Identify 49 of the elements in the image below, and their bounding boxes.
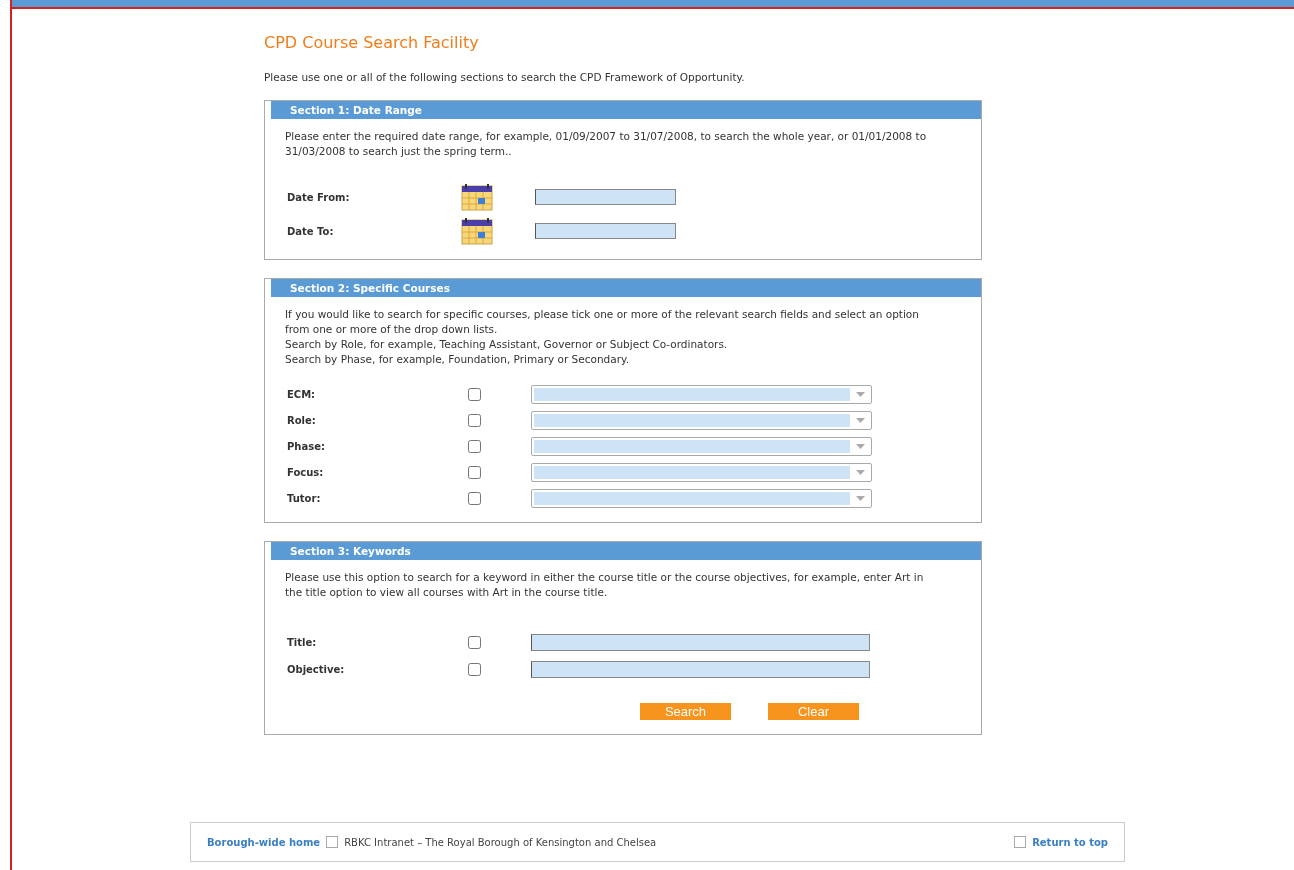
- checkbox[interactable]: [468, 663, 481, 676]
- caret-icon: [856, 470, 865, 475]
- checkbox[interactable]: [468, 388, 481, 401]
- action-button[interactable]: Clear: [768, 703, 859, 720]
- section-title: Section 1: Date Range: [290, 104, 422, 116]
- dropdown-field[interactable]: [531, 385, 872, 404]
- dropdown-field[interactable]: [531, 437, 872, 456]
- dropdown-field[interactable]: [531, 463, 872, 482]
- checkbox[interactable]: [468, 440, 481, 453]
- caret-icon: [856, 418, 865, 423]
- return-to-top-link[interactable]: Return to top: [1032, 836, 1108, 848]
- calendar-icon[interactable]: [461, 183, 493, 211]
- checkbox[interactable]: [468, 414, 481, 427]
- description-text: If you would like to search for specific courses, please tick one or more of the relevant search fields and select an option from one or more of the drop down lists.: [285, 307, 920, 337]
- caret-icon: [856, 496, 865, 501]
- field-label: ECM:: [286, 389, 317, 400]
- field-label: Date To:: [286, 225, 335, 237]
- field-label: Focus:: [286, 467, 325, 478]
- description-text: Please enter the required date range, for example, 01/09/2007 to 31/07/2008, to search the whole year, or 01/01/2008 to 31/03/2008 to search just the spring term..: [285, 129, 928, 159]
- text-field[interactable]: [531, 634, 870, 651]
- description-text: Please use this option to search for a keyword in either the course title or the course objectives, for example, enter Art in the title option to view all courses with Art in the course title.: [285, 570, 925, 600]
- description-text: Search by Role, for example, Teaching Assistant, Governor or Subject Co-ordinators.: [285, 337, 729, 352]
- date-field[interactable]: [535, 189, 676, 205]
- image-placeholder-icon: [326, 836, 339, 848]
- calendar-icon[interactable]: [461, 217, 493, 245]
- date-field[interactable]: [535, 223, 676, 239]
- checkbox[interactable]: [468, 492, 481, 505]
- site-name: RBKC Intranet – The Royal Borough of Kensington and Chelsea: [344, 836, 657, 848]
- page-title: CPD Course Search Facility: [264, 33, 480, 52]
- section-title: Section 3: Keywords: [290, 545, 411, 557]
- dropdown-field[interactable]: [531, 489, 872, 508]
- action-button[interactable]: Search: [640, 703, 731, 720]
- caret-icon: [856, 392, 865, 397]
- field-label: Phase:: [286, 441, 326, 452]
- checkbox[interactable]: [468, 636, 481, 649]
- home-link[interactable]: Borough-wide home: [207, 836, 321, 848]
- checkbox[interactable]: [468, 466, 481, 479]
- field-label: Objective:: [286, 664, 346, 675]
- caret-icon: [856, 444, 865, 449]
- field-label: Title:: [286, 637, 318, 648]
- text-field[interactable]: [531, 661, 870, 678]
- field-label: Tutor:: [286, 493, 322, 504]
- image-placeholder-icon: [1014, 836, 1027, 848]
- dropdown-field[interactable]: [531, 411, 872, 430]
- field-label: Role:: [286, 415, 317, 426]
- field-label: Date From:: [286, 191, 351, 203]
- intro-text: Please use one or all of the following sections to search the CPD Framework of Opportunity.: [264, 71, 746, 83]
- section-title: Section 2: Specific Courses: [290, 282, 450, 294]
- description-text: Search by Phase, for example, Foundation, Primary or Secondary.: [285, 352, 631, 367]
